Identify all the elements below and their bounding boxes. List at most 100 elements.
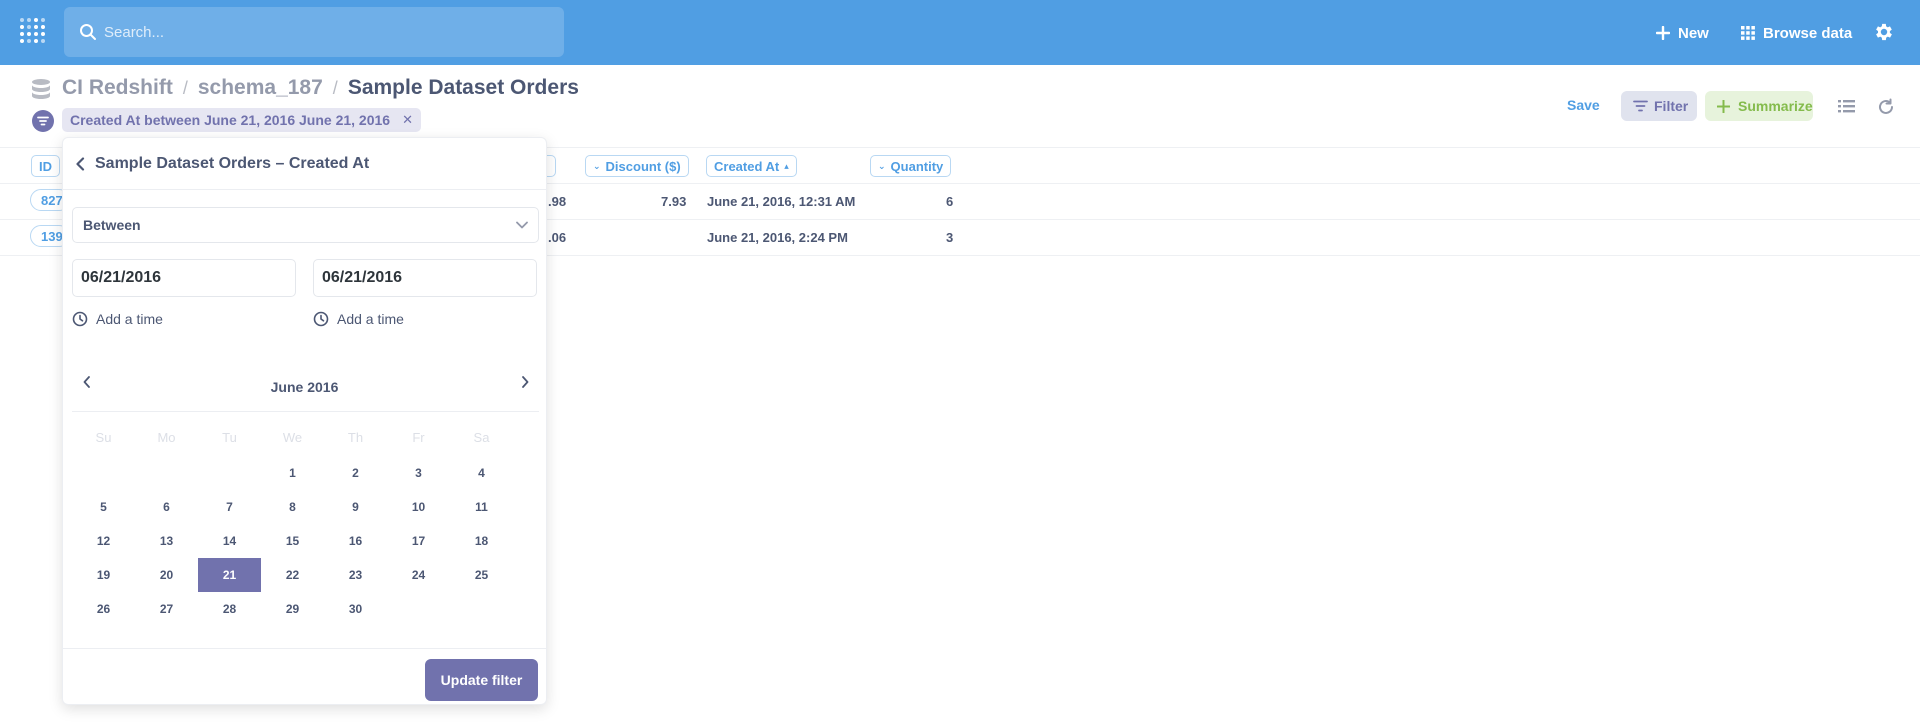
browse-data-label: Browse data <box>1763 24 1853 42</box>
new-button-label: New <box>1678 24 1709 42</box>
search-bar[interactable] <box>64 7 564 57</box>
calendar-day[interactable]: 12 <box>72 524 135 558</box>
calendar-day[interactable]: 13 <box>135 524 198 558</box>
calendar-day[interactable]: 26 <box>72 592 135 626</box>
calendar-day[interactable]: 10 <box>387 490 450 524</box>
created-at-cell: June 21, 2016, 12:31 AM <box>707 194 856 209</box>
column-header-created-at[interactable]: Created At ▴ <box>706 155 797 177</box>
popover-footer-divider <box>63 648 546 649</box>
calendar-weekday-label: Fr <box>412 430 425 445</box>
popover-back-header[interactable]: Sample Dataset Orders – Created At <box>63 138 546 190</box>
calendar-month-label: June 2016 <box>270 379 339 395</box>
top-navigation-bar: New Browse data <box>0 0 1920 65</box>
sparkle-icon <box>1717 99 1730 113</box>
add-time-label: Add a time <box>337 311 404 327</box>
settings-gear-icon[interactable] <box>1873 21 1895 43</box>
calendar-day[interactable]: 19 <box>72 558 135 592</box>
save-button[interactable]: Save <box>1567 97 1600 113</box>
database-icon <box>32 79 50 99</box>
filter-icon <box>37 116 49 126</box>
chevron-down-icon <box>516 221 528 229</box>
search-input[interactable] <box>104 7 544 57</box>
filter-icon <box>1633 100 1648 112</box>
calendar-weekday-label: Mo <box>157 430 176 445</box>
update-filter-button[interactable]: Update filter <box>425 659 538 701</box>
calendar-day[interactable]: 28 <box>198 592 261 626</box>
calendar-day[interactable]: 11 <box>450 490 513 524</box>
date-filter-popover: Sample Dataset Orders – Created At Betwe… <box>62 137 547 705</box>
subtotal-cell: .98 <box>548 194 567 209</box>
calendar-weekday-label: Th <box>347 430 364 445</box>
column-header-quantity[interactable]: ⌄ Quantity <box>870 155 952 177</box>
column-header-label: ID <box>39 158 52 174</box>
plus-icon <box>1656 26 1670 40</box>
calendar-weekday-label: Su <box>95 430 112 445</box>
column-header-discount[interactable]: ⌄ Discount ($) <box>585 155 689 177</box>
column-header-label: Quantity <box>890 158 944 174</box>
calendar-weekday-label: We <box>282 430 303 445</box>
calendar-weekday-label: Tu <box>222 430 237 445</box>
calendar-day[interactable]: 3 <box>387 456 450 490</box>
calendar-day[interactable]: 25 <box>450 558 513 592</box>
breadcrumb-separator: / <box>332 78 338 98</box>
metabase-logo-icon[interactable] <box>18 16 48 46</box>
calendar-day[interactable]: 5 <box>72 490 135 524</box>
operator-select[interactable]: Between <box>72 207 539 243</box>
breadcrumb-database[interactable]: CI Redshift <box>62 76 173 100</box>
calendar-day[interactable]: 18 <box>450 524 513 558</box>
breadcrumb-table-title: Sample Dataset Orders <box>347 76 579 99</box>
calendar-divider <box>72 411 539 412</box>
calendar-day[interactable]: 20 <box>135 558 198 592</box>
calendar-day[interactable]: 9 <box>324 490 387 524</box>
breadcrumb-schema[interactable]: schema_187 <box>198 76 323 100</box>
discount-cell: 7.93 <box>661 194 687 209</box>
start-date-input[interactable] <box>72 259 296 297</box>
calendar-day-selected[interactable]: 21 <box>198 558 261 592</box>
grid-icon <box>1741 26 1755 40</box>
calendar-day[interactable]: 22 <box>261 558 324 592</box>
end-add-time-button[interactable]: Add a time <box>313 311 404 327</box>
calendar-day[interactable]: 6 <box>135 490 198 524</box>
clock-icon <box>72 311 88 327</box>
quantity-cell: 3 <box>946 230 954 245</box>
active-filter-pill[interactable]: Created At between June 21, 2016 June 21… <box>62 108 421 132</box>
end-date-input[interactable] <box>313 259 537 297</box>
start-add-time-button[interactable]: Add a time <box>72 311 163 327</box>
calendar-day[interactable]: 30 <box>324 592 387 626</box>
search-icon <box>80 24 96 40</box>
subtotal-cell: .06 <box>548 230 567 245</box>
calendar-day[interactable]: 29 <box>261 592 324 626</box>
calendar-weekday-label: Sa <box>473 430 490 445</box>
new-button[interactable]: New <box>1656 20 1709 46</box>
column-header-id[interactable]: ID <box>31 155 60 177</box>
calendar-day[interactable]: 24 <box>387 558 450 592</box>
column-header-label: Created At <box>714 158 780 174</box>
calendar-day[interactable]: 1 <box>261 456 324 490</box>
created-at-cell: June 21, 2016, 2:24 PM <box>707 230 848 245</box>
add-time-label: Add a time <box>96 311 163 327</box>
calendar-day[interactable]: 14 <box>198 524 261 558</box>
calendar-day[interactable]: 7 <box>198 490 261 524</box>
filter-button[interactable]: Filter <box>1621 91 1697 121</box>
browse-data-button[interactable]: Browse data <box>1741 20 1852 46</box>
calendar-day[interactable]: 27 <box>135 592 198 626</box>
summarize-button[interactable]: Summarize <box>1705 91 1813 121</box>
calendar-day[interactable]: 2 <box>324 456 387 490</box>
next-month-icon[interactable] <box>520 375 530 389</box>
filter-button-label: Filter <box>1654 98 1689 114</box>
calendar-day[interactable]: 4 <box>450 456 513 490</box>
list-view-icon[interactable] <box>1838 98 1856 114</box>
summarize-button-label: Summarize <box>1738 98 1813 114</box>
calendar-day[interactable]: 8 <box>261 490 324 524</box>
remove-filter-icon[interactable]: ✕ <box>402 112 413 128</box>
calendar-day[interactable]: 23 <box>324 558 387 592</box>
calendar-day[interactable]: 17 <box>387 524 450 558</box>
refresh-icon[interactable] <box>1877 98 1895 116</box>
calendar-day[interactable]: 15 <box>261 524 324 558</box>
quantity-cell: 6 <box>946 194 954 209</box>
column-header-label: Discount ($) <box>605 158 681 174</box>
calendar-day[interactable]: 16 <box>324 524 387 558</box>
filter-toggle-button[interactable] <box>32 110 54 132</box>
breadcrumb: CI Redshift / schema_187 / Sample Datase… <box>62 76 579 100</box>
chevron-left-icon <box>76 156 85 171</box>
